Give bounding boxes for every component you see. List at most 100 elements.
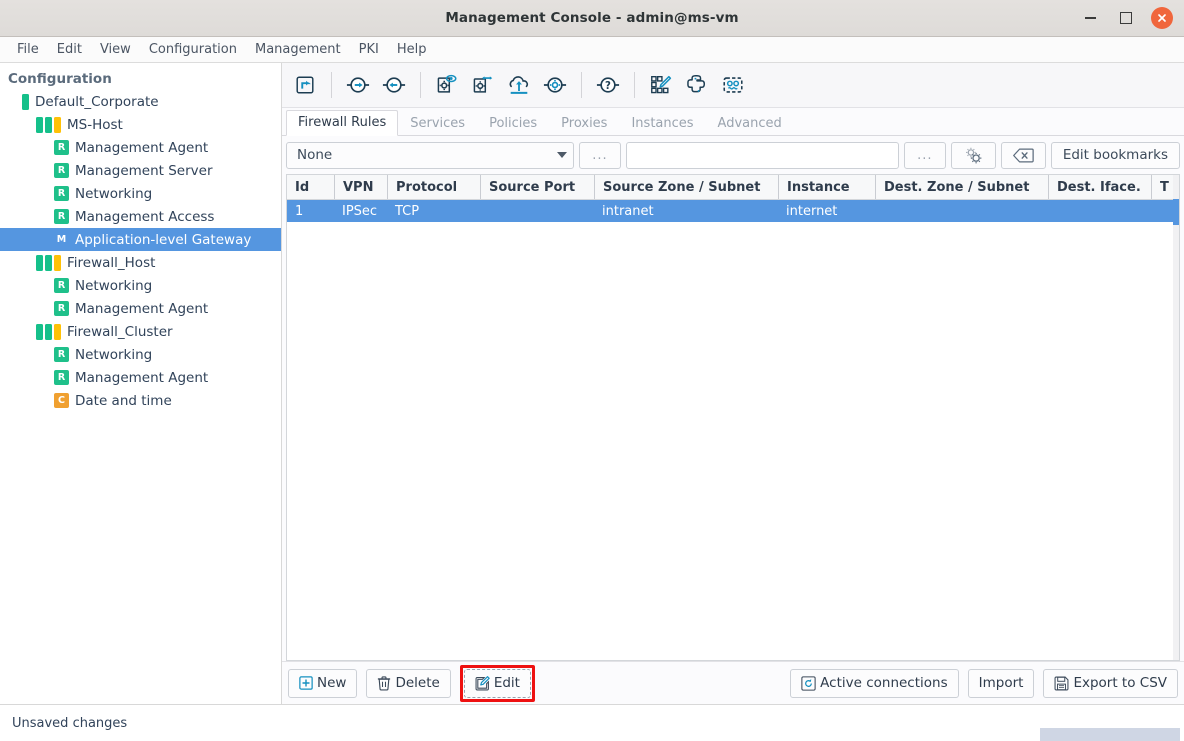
clear-search-button[interactable] xyxy=(1000,141,1046,169)
type-badge-icon: C xyxy=(54,393,69,408)
tree-item-management-agent[interactable]: R Management Agent xyxy=(0,297,281,320)
tree-item-label: Networking xyxy=(75,346,153,363)
help-question-icon: ? xyxy=(596,77,620,93)
firewall-rules-table: Id VPN Protocol Source Port Source Zone / Su… xyxy=(286,174,1180,661)
filter-select[interactable]: None xyxy=(286,141,574,169)
menu-view[interactable]: View xyxy=(91,39,140,60)
tree-item-date-and-time[interactable]: C Date and time xyxy=(0,389,281,412)
import-config-button[interactable] xyxy=(341,68,375,102)
tab-proxies[interactable]: Proxies xyxy=(549,111,619,136)
tab-policies[interactable]: Policies xyxy=(477,111,549,136)
menu-pki[interactable]: PKI xyxy=(350,39,388,60)
status-bars-icon xyxy=(36,323,61,340)
type-badge-icon: R xyxy=(54,347,69,362)
tab-advanced[interactable]: Advanced xyxy=(706,111,794,136)
edit-bookmarks-button[interactable]: Edit bookmarks xyxy=(1050,141,1180,169)
table-cell: IPSec xyxy=(342,203,378,219)
column-header-vpn[interactable]: VPN xyxy=(334,175,387,199)
column-header-source-port[interactable]: Source Port xyxy=(480,175,594,199)
tree-item-label: Default_Corporate xyxy=(35,93,159,110)
status-bar-segment xyxy=(45,116,52,133)
python-icon xyxy=(687,75,706,93)
view-config-button[interactable] xyxy=(430,68,464,102)
tab-firewall-rules[interactable]: Firewall Rules xyxy=(286,110,399,136)
settings-button[interactable] xyxy=(538,68,572,102)
gears-icon xyxy=(965,147,982,163)
robot-button[interactable] xyxy=(716,68,750,102)
go-up-icon xyxy=(296,76,314,94)
menu-configuration[interactable]: Configuration xyxy=(140,39,246,60)
bookmark-gears-button[interactable] xyxy=(950,141,996,169)
column-header-id[interactable]: Id xyxy=(287,175,334,199)
menu-file[interactable]: File xyxy=(8,39,48,60)
statusbar: Unsaved changes xyxy=(0,704,1184,741)
status-bar-segment xyxy=(36,254,43,271)
search-options-button[interactable]: ... xyxy=(903,141,946,169)
menu-management[interactable]: Management xyxy=(246,39,350,60)
minimize-button[interactable] xyxy=(1079,7,1101,29)
table-body[interactable]: 1 IPSec TCP intranet internet xyxy=(287,200,1179,660)
trash-icon xyxy=(378,675,391,690)
type-badge-icon: R xyxy=(54,209,69,224)
refresh-circle-icon xyxy=(801,675,816,691)
tree-item-management-agent[interactable]: R Management Agent xyxy=(0,366,281,389)
tree-item-label: Networking xyxy=(75,185,153,202)
edit-button[interactable]: Edit xyxy=(463,668,531,698)
edit-matrix-button[interactable] xyxy=(644,68,678,102)
upload-config-button[interactable] xyxy=(502,68,536,102)
transfer-config-button[interactable] xyxy=(466,68,500,102)
window-controls xyxy=(1079,7,1184,29)
close-button[interactable] xyxy=(1151,7,1173,29)
delete-button[interactable]: Delete xyxy=(366,668,451,698)
content-tabs: Firewall Rules Services Policies Proxies Ins… xyxy=(282,108,1184,136)
import-arrow-right-icon xyxy=(346,77,370,93)
clear-backspace-icon xyxy=(1012,148,1034,162)
new-button[interactable]: New xyxy=(288,668,358,698)
table-row[interactable]: 1 IPSec TCP intranet internet xyxy=(287,200,1179,222)
status-message: Unsaved changes xyxy=(12,715,128,731)
scrollbar-thumb[interactable] xyxy=(1173,199,1179,225)
go-up-button[interactable] xyxy=(288,68,322,102)
tree-item-management-access[interactable]: R Management Access xyxy=(0,205,281,228)
export-config-button[interactable] xyxy=(377,68,411,102)
tree-item-label: Management Server xyxy=(75,162,213,179)
tree-item-firewall-host[interactable]: Firewall_Host xyxy=(0,251,281,274)
active-connections-button[interactable]: Active connections xyxy=(790,668,959,698)
tree-item-management-agent[interactable]: R Management Agent xyxy=(0,136,281,159)
column-header-dest-iface-[interactable]: Dest. Iface. xyxy=(1048,175,1151,199)
configuration-tree[interactable]: Configuration Default_Corporate MS-Host R M… xyxy=(0,63,282,704)
tree-item-networking[interactable]: R Networking xyxy=(0,343,281,366)
svg-text:?: ? xyxy=(605,81,611,92)
python-button[interactable] xyxy=(680,68,714,102)
upload-cloud-icon xyxy=(509,76,528,94)
tree-item-ms-host[interactable]: MS-Host xyxy=(0,113,281,136)
export-arrow-left-icon xyxy=(382,77,406,93)
menu-edit[interactable]: Edit xyxy=(48,39,91,60)
filter-select-value: None xyxy=(297,147,333,163)
table-vertical-scrollbar[interactable] xyxy=(1173,175,1179,660)
tab-services[interactable]: Services xyxy=(398,111,477,136)
tree-item-default-corporate[interactable]: Default_Corporate xyxy=(0,90,281,113)
maximize-button[interactable] xyxy=(1115,7,1137,29)
column-header-instance[interactable]: Instance xyxy=(778,175,875,199)
status-bar-segment xyxy=(45,254,52,271)
tab-instances[interactable]: Instances xyxy=(619,111,705,136)
menu-help[interactable]: Help xyxy=(388,39,436,60)
column-header-source-zone-subnet[interactable]: Source Zone / Subnet xyxy=(594,175,778,199)
column-header-dest-zone-subnet[interactable]: Dest. Zone / Subnet xyxy=(875,175,1048,199)
tree-item-networking[interactable]: R Networking xyxy=(0,274,281,297)
toolbar: ? xyxy=(282,63,1184,108)
type-badge-icon: R xyxy=(54,186,69,201)
tree-item-firewall-cluster[interactable]: Firewall_Cluster xyxy=(0,320,281,343)
status-bar-segment xyxy=(54,254,61,271)
help-button[interactable]: ? xyxy=(591,68,625,102)
tree-item-application-level-gateway[interactable]: M Application-level Gateway xyxy=(0,228,281,251)
column-header-protocol[interactable]: Protocol xyxy=(387,175,480,199)
import-button[interactable]: Import xyxy=(967,668,1035,698)
tree-item-networking[interactable]: R Networking xyxy=(0,182,281,205)
search-input[interactable] xyxy=(626,141,899,169)
type-badge-icon: R xyxy=(54,301,69,316)
tree-item-management-server[interactable]: R Management Server xyxy=(0,159,281,182)
export-csv-button[interactable]: Export to CSV xyxy=(1043,668,1178,698)
filter-options-button[interactable]: ... xyxy=(579,141,621,169)
